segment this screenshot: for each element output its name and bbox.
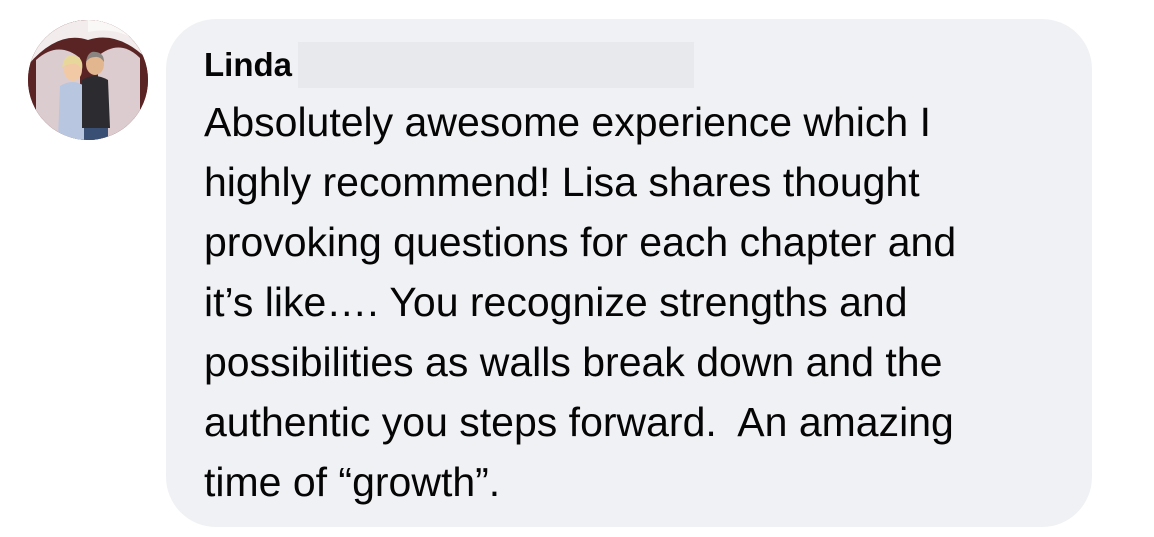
comment-text: Absolutely awesome experience which I hi… — [204, 92, 1084, 512]
comment-line: Absolutely awesome experience which I — [204, 99, 931, 145]
comment-line: time of “growth”. — [204, 459, 501, 505]
avatar[interactable] — [28, 20, 148, 140]
comment-line: authentic you steps forward. An amazing — [204, 399, 954, 445]
author-name[interactable]: Linda — [204, 42, 292, 88]
comment-line: it’s like…. You recognize strengths and — [204, 279, 908, 325]
comment-header: Linda — [204, 42, 694, 88]
profile-photo-icon — [28, 20, 148, 140]
comment-line: highly recommend! Lisa shares thought — [204, 159, 920, 205]
comment-line: provoking questions for each chapter and — [204, 219, 957, 265]
comment-line: possibilities as walls break down and th… — [204, 339, 943, 385]
redacted-surname — [298, 42, 694, 88]
